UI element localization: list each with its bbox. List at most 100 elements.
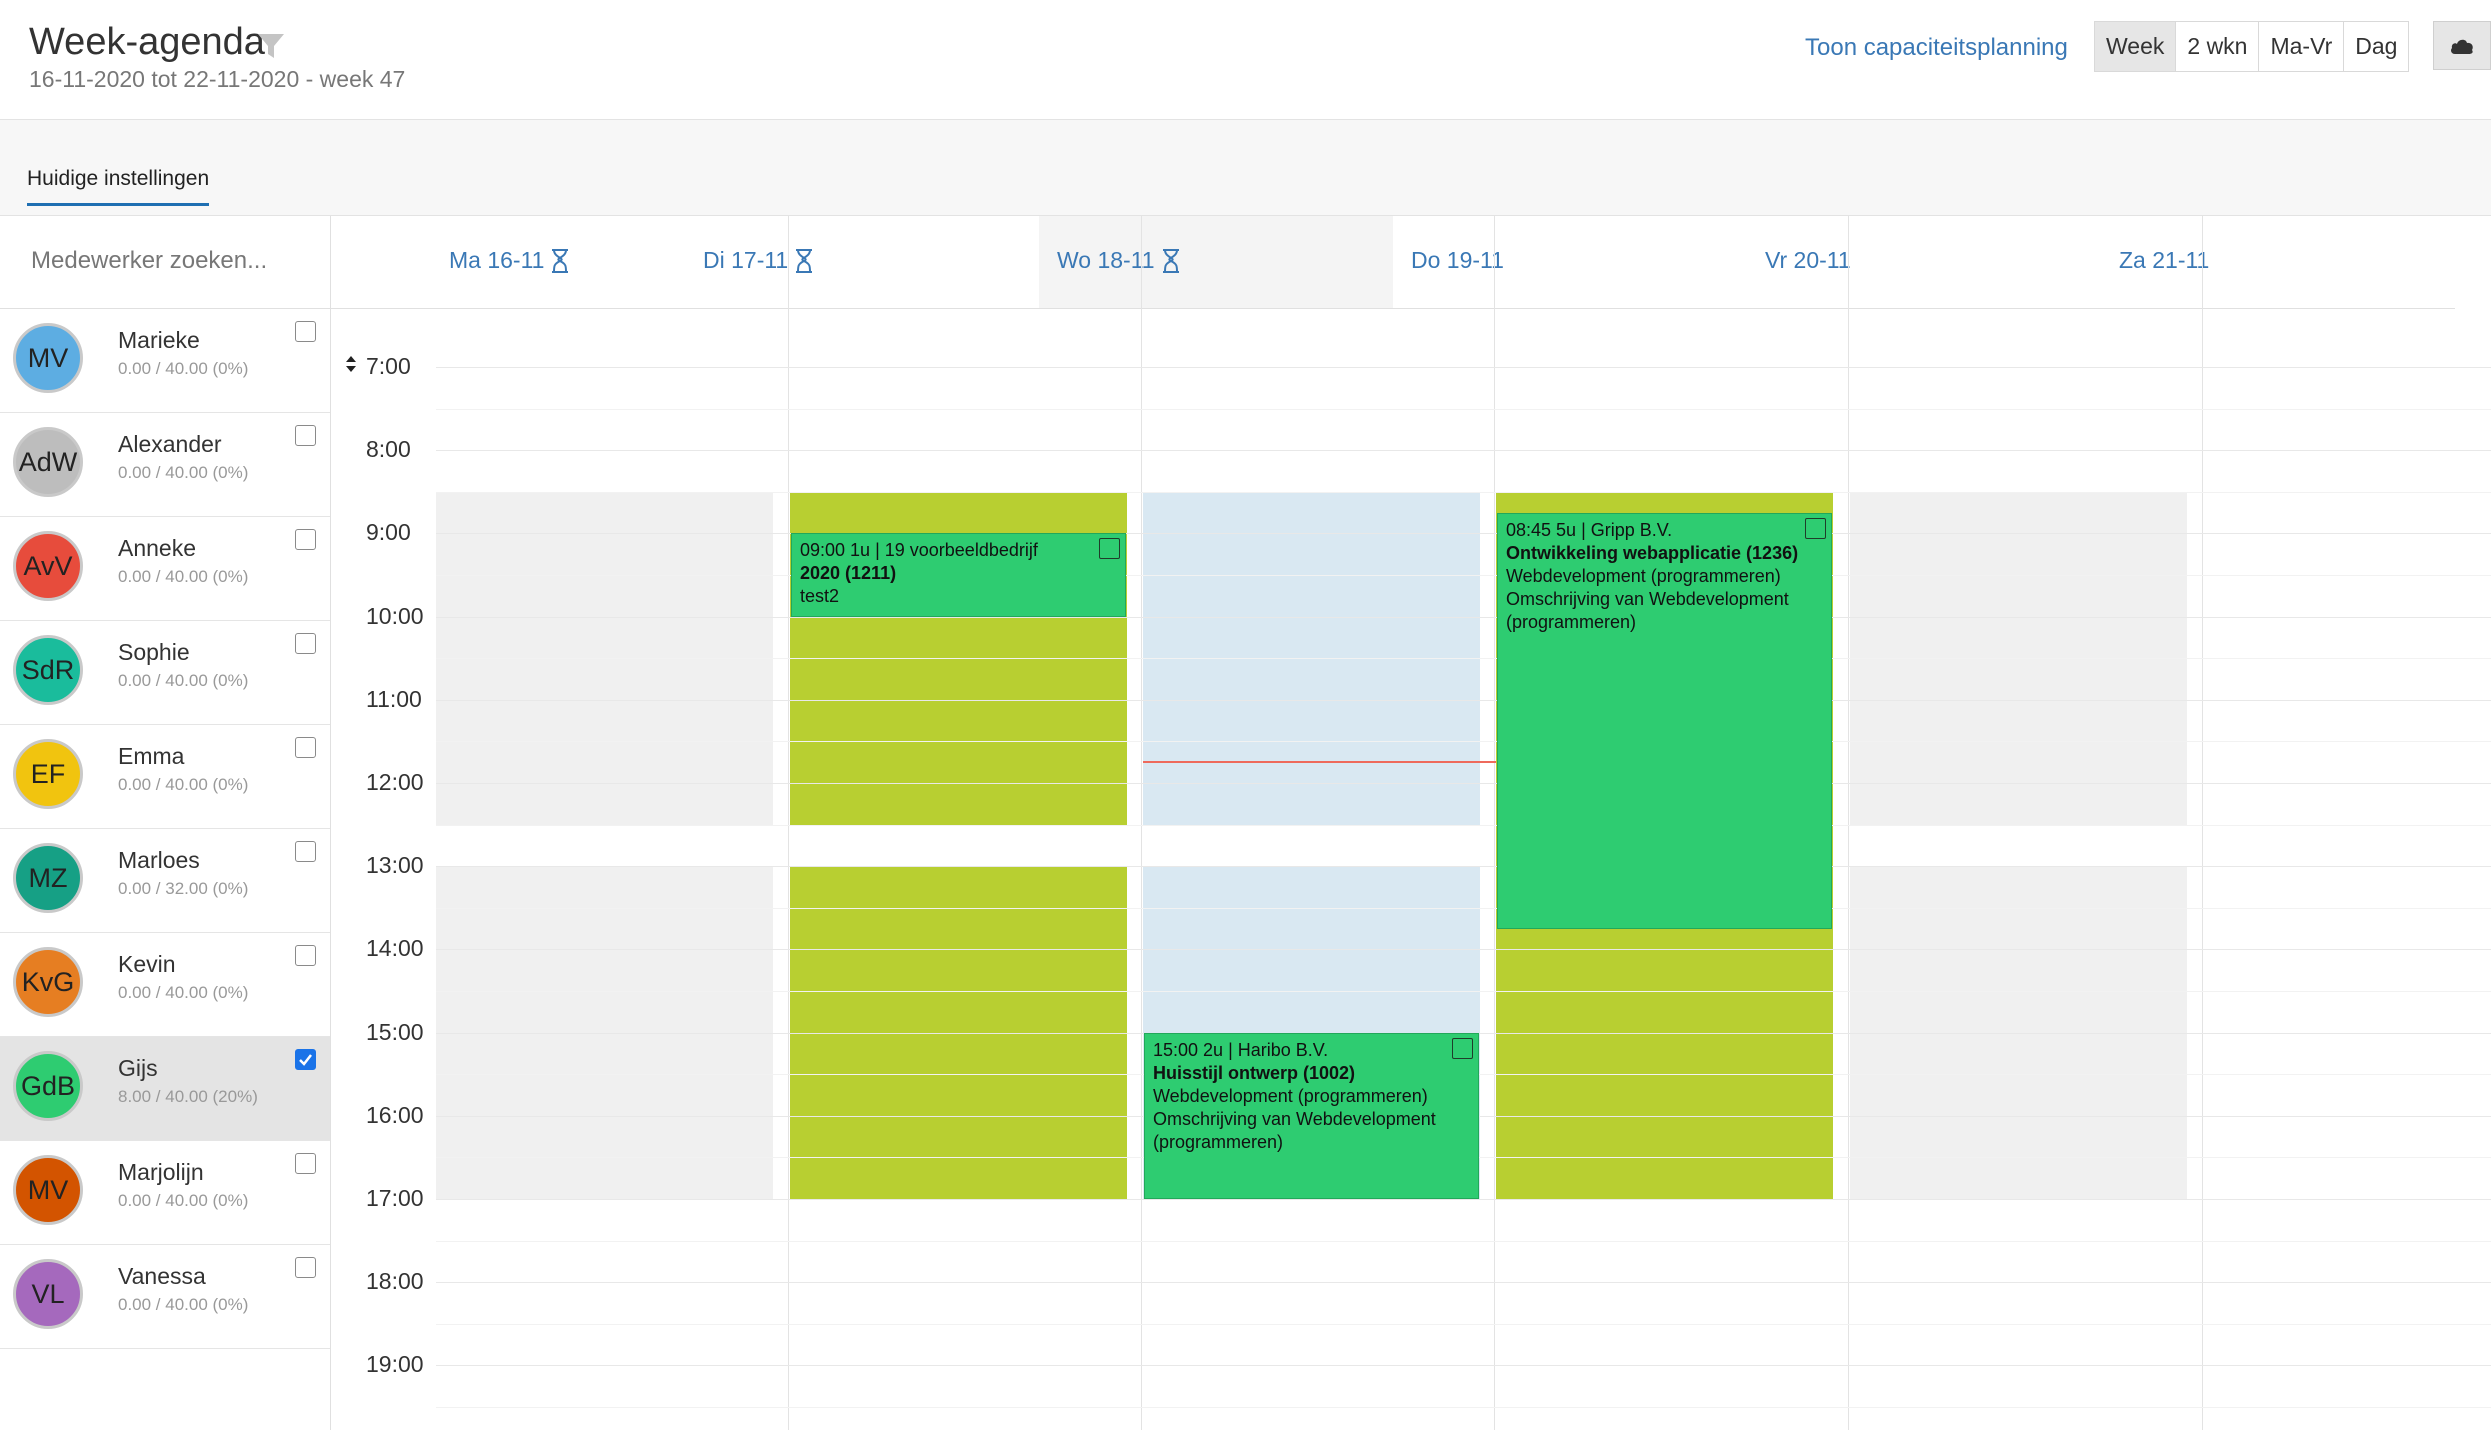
- employee-row[interactable]: MV Marieke 0.00 / 40.00 (0%): [0, 309, 330, 413]
- employee-hours: 8.00 / 40.00 (20%): [118, 1087, 258, 1106]
- employee-checkbox[interactable]: [295, 737, 316, 758]
- employee-checkbox[interactable]: [295, 945, 316, 966]
- hour-line: [436, 450, 2491, 452]
- view-mon-fri-button[interactable]: Ma-Vr: [2259, 22, 2345, 71]
- employee-sidebar: MV Marieke 0.00 / 40.00 (0%) AdW Alexand…: [0, 216, 331, 1430]
- filter-icon[interactable]: [256, 32, 286, 60]
- column-divider: [2202, 216, 2203, 1430]
- time-label: 13:00: [366, 852, 424, 879]
- day-header[interactable]: Za 21-11: [2101, 216, 2455, 309]
- view-2-weeks-button[interactable]: 2 wkn: [2176, 22, 2260, 71]
- view-week-button[interactable]: Week: [2095, 22, 2177, 71]
- employee-name: Emma: [118, 743, 185, 769]
- employee-row[interactable]: SdR Sophie 0.00 / 40.00 (0%): [0, 621, 330, 725]
- employee-name: Marieke: [118, 327, 200, 353]
- day-label-text: Vr 20-11: [1765, 247, 1851, 273]
- day-header[interactable]: Ma 16-11: [331, 216, 685, 309]
- employee-hours: 0.00 / 40.00 (0%): [118, 359, 249, 378]
- half-hour-line: [436, 408, 2491, 410]
- employee-checkbox[interactable]: [295, 1049, 316, 1070]
- calendar-event[interactable]: 08:45 5u | Gripp B.V. Ontwikkeling webap…: [1497, 512, 1832, 929]
- day-label: Vr 20-11: [1765, 247, 1851, 274]
- hour-line: [436, 367, 2491, 368]
- employee-checkbox[interactable]: [295, 425, 316, 446]
- employee-search: [0, 216, 330, 309]
- day-label: Ma 16-11: [449, 247, 570, 274]
- employee-name: Marjolijn: [118, 1159, 204, 1185]
- time-label: 18:00: [366, 1268, 424, 1295]
- employee-row[interactable]: GdB Gijs 8.00 / 40.00 (20%): [0, 1037, 330, 1141]
- employee-checkbox[interactable]: [295, 529, 316, 550]
- day-header[interactable]: Di 17-11: [685, 216, 1039, 309]
- employee-checkbox[interactable]: [295, 1153, 316, 1174]
- employee-checkbox[interactable]: [295, 633, 316, 654]
- half-hour-line: [436, 824, 2491, 826]
- sort-arrows-icon[interactable]: [344, 354, 358, 374]
- half-hour-line: [436, 1323, 2491, 1325]
- employee-search-input[interactable]: [29, 246, 313, 276]
- time-label: 16:00: [366, 1101, 424, 1128]
- avatar: MV: [13, 323, 83, 393]
- time-label: 11:00: [366, 685, 422, 712]
- day-label: Za 21-11: [2119, 247, 2209, 274]
- employee-checkbox[interactable]: [295, 321, 316, 342]
- employee-row[interactable]: MZ Marloes 0.00 / 32.00 (0%): [0, 829, 330, 933]
- view-day-button[interactable]: Dag: [2344, 22, 2409, 71]
- employee-name: Anneke: [118, 535, 197, 561]
- time-label: 14:00: [366, 935, 424, 962]
- employee-hours: 0.00 / 32.00 (0%): [118, 879, 249, 898]
- day-label-text: Do 19-11: [1411, 247, 1504, 273]
- employee-name: Kevin: [118, 951, 176, 977]
- current-time-indicator: [1143, 761, 1496, 764]
- event-title: Huisstijl ontwerp (1002): [1153, 1062, 1356, 1083]
- employee-hours: 0.00 / 40.00 (0%): [118, 567, 249, 586]
- avatar: GdB: [13, 1051, 83, 1121]
- half-hour-line: [436, 575, 2491, 576]
- hour-line: [436, 783, 2491, 784]
- day-header[interactable]: Vr 20-11: [1747, 216, 2101, 309]
- event-checkbox[interactable]: [1452, 1037, 1473, 1059]
- avatar: VL: [13, 1259, 83, 1329]
- column-divider: [1141, 216, 1142, 1430]
- day-header[interactable]: Wo 18-11: [1039, 216, 1393, 309]
- calendar-event[interactable]: 15:00 2u | Haribo B.V. Huisstijl ontwerp…: [1144, 1032, 1479, 1199]
- hourglass-icon: [1162, 248, 1179, 273]
- column-divider: [788, 216, 789, 1430]
- employee-row[interactable]: VL Vanessa 0.00 / 40.00 (0%): [0, 1245, 330, 1349]
- half-hour-line: [436, 991, 2491, 992]
- event-checkbox[interactable]: [1805, 517, 1826, 539]
- employee-checkbox[interactable]: [295, 1257, 316, 1278]
- employee-row[interactable]: MV Marjolijn 0.00 / 40.00 (0%): [0, 1141, 330, 1245]
- column-divider: [1494, 216, 1495, 1430]
- day-header[interactable]: Do 19-11: [1393, 216, 1747, 309]
- time-label: 12:00: [366, 769, 424, 795]
- cloud-sync-button[interactable]: [2433, 21, 2491, 70]
- hourglass-icon: [796, 248, 813, 273]
- hour-line: [436, 699, 2491, 701]
- hour-line: [436, 1282, 2491, 1284]
- employee-row[interactable]: AvV Anneke 0.00 / 40.00 (0%): [0, 517, 330, 621]
- event-time-client: 15:00 2u | Haribo B.V.: [1153, 1039, 1329, 1060]
- day-label: Do 19-11: [1411, 247, 1504, 274]
- half-hour-line: [436, 741, 2491, 743]
- hourglass-icon: [552, 248, 569, 273]
- event-description-detail: Omschrijving van Webdevelopment (program…: [1153, 1108, 1436, 1152]
- hour-line: [436, 1199, 2491, 1200]
- event-description: test2: [800, 586, 840, 607]
- tab-current-settings[interactable]: Huidige instellingen: [27, 167, 210, 206]
- employee-row[interactable]: AdW Alexander 0.00 / 40.00 (0%): [0, 413, 330, 517]
- half-hour-line: [436, 658, 2491, 660]
- page-title: Week-agenda: [29, 21, 265, 63]
- hour-line: [436, 616, 2491, 618]
- employee-row[interactable]: EF Emma 0.00 / 40.00 (0%): [0, 725, 330, 829]
- date-range: 16-11-2020 tot 22-11-2020 - week 47: [29, 66, 406, 92]
- hour-line: [436, 949, 2491, 951]
- event-title: 2020 (1211): [800, 563, 897, 584]
- employee-name: Gijs: [118, 1055, 158, 1081]
- event-checkbox[interactable]: [1099, 538, 1120, 560]
- capacity-planning-link[interactable]: Toon capaciteitsplanning: [1805, 34, 2068, 62]
- calendar-event[interactable]: 09:00 1u | 19 voorbeeldbedrijf 2020 (121…: [791, 533, 1126, 617]
- employee-checkbox[interactable]: [295, 841, 316, 862]
- employee-row[interactable]: KvG Kevin 0.00 / 40.00 (0%): [0, 933, 330, 1037]
- hour-line: [436, 866, 2491, 868]
